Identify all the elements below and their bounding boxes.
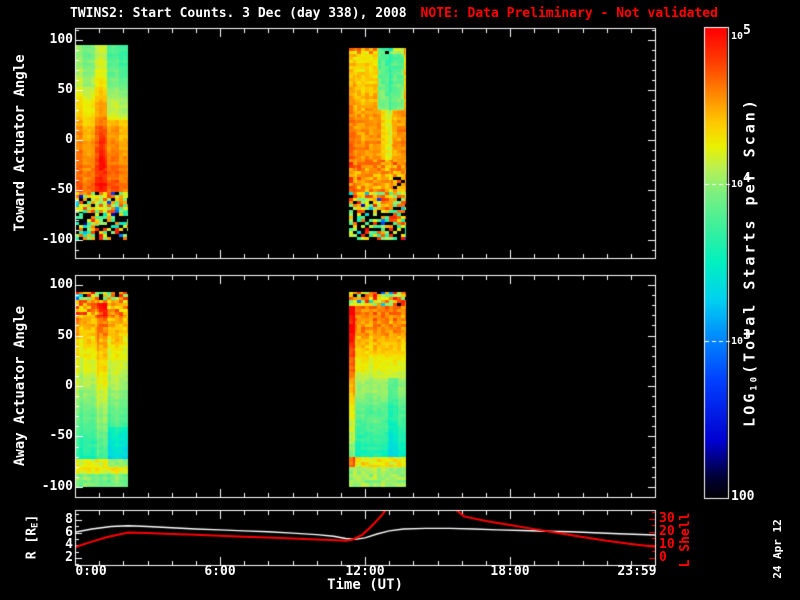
time-tick-label: 12:00 <box>345 564 385 579</box>
plot-page: TWINS2: Start Counts. 3 Dec (day 338), 2… <box>0 0 800 600</box>
toward-axis-label: Toward Actuator Angle <box>12 54 28 232</box>
colorbar-tick-label: 104 <box>731 171 751 190</box>
angle-tick-label: 100 <box>49 32 73 47</box>
angle-tick-label: -50 <box>49 182 73 197</box>
angle-tick-label: 50 <box>57 82 73 97</box>
r-tick-label: 2 <box>65 550 73 565</box>
angle-tick-label: 0 <box>65 132 73 147</box>
time-tick-label: 6:00 <box>204 564 236 579</box>
time-tick-label: 23:59 <box>617 564 657 579</box>
away-axis-label: Away Actuator Angle <box>12 305 28 467</box>
title-row: TWINS2: Start Counts. 3 Dec (day 338), 2… <box>70 6 718 21</box>
angle-tick-label: 100 <box>49 277 73 292</box>
colorbar-label-pre: LOG <box>740 390 759 427</box>
time-tick-label: 0:00 <box>75 564 107 579</box>
colorbar-tick-label: 105 <box>731 23 751 42</box>
time-tick-label: 18:00 <box>490 564 530 579</box>
lshell-tick-label: 0 <box>659 550 667 565</box>
date-stamp: 24 Apr 12 <box>771 519 784 579</box>
colorbar-tick-label: 100 <box>731 489 755 504</box>
lshell-axis-label: L Shell <box>678 512 693 568</box>
colorbar-tick-label: 103 <box>731 328 751 347</box>
angle-tick-label: -100 <box>41 232 73 247</box>
colorbar-label-sub: 10 <box>749 373 760 391</box>
angle-tick-label: -50 <box>49 428 73 443</box>
angle-tick-label: 50 <box>57 328 73 343</box>
preliminary-note: NOTE: Data Preliminary - Not validated <box>420 6 718 21</box>
spectrogram-canvas <box>0 0 800 600</box>
page-title: TWINS2: Start Counts. 3 Dec (day 338), 2… <box>70 6 407 21</box>
angle-tick-label: -100 <box>41 479 73 494</box>
angle-tick-label: 0 <box>65 378 73 393</box>
colorbar-axis-label: LOG10(Total Starts per Scan) <box>740 97 763 427</box>
